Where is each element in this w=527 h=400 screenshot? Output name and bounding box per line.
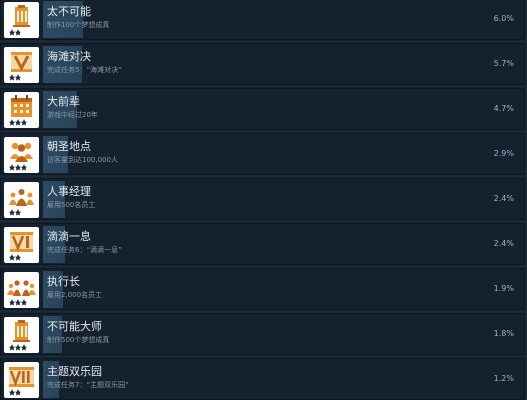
star-icon — [21, 119, 27, 126]
achievement-description: 完成任务6：“滴滴一息” — [47, 246, 122, 254]
achievement-row[interactable]: 海滩对决完成任务5：“海滩对决” 5.7% — [0, 43, 525, 85]
unlock-percentage: 1.2% — [493, 374, 514, 383]
achievement-row[interactable]: 太不可能制作100个梦想成真 6.0% — [0, 0, 525, 40]
star-icon — [21, 164, 27, 171]
star-icon — [15, 389, 21, 396]
achievement-row[interactable]: 主题双乐园完成任务7：“主题双乐园” 1.2% — [0, 358, 525, 400]
star-icon — [9, 254, 15, 261]
star-icon — [15, 209, 21, 216]
star-icon — [9, 209, 15, 216]
star-icon — [21, 299, 27, 306]
achievement-row[interactable]: 大前辈游戏中经过20年 4.7% — [0, 88, 525, 130]
roman-numeral-vii-icon — [4, 362, 39, 398]
star-icon — [9, 29, 15, 36]
star-icon — [15, 254, 21, 261]
achievement-title: 不可能大师 — [47, 320, 102, 333]
star-icon — [15, 29, 21, 36]
star-icon — [15, 74, 21, 81]
achievement-row[interactable]: 朝圣地点访客量到达100,000人 2.9% — [0, 133, 525, 175]
roman-numeral-v-icon — [4, 47, 39, 83]
star-icon — [9, 299, 15, 306]
unlock-percentage: 6.0% — [493, 14, 514, 23]
achievement-description: 完成任务5：“海滩对决” — [47, 66, 122, 74]
achievement-row[interactable]: 执行长雇用2,000名员工 1.9% — [0, 268, 525, 310]
achievement-row[interactable]: 人事经理雇用500名员工 2.4% — [0, 178, 525, 220]
achievement-title: 执行长 — [47, 275, 80, 288]
unlock-percentage: 2.9% — [493, 149, 514, 158]
star-icon — [9, 164, 15, 171]
achievement-description: 雇用500名员工 — [47, 201, 96, 209]
star-icon — [15, 299, 21, 306]
star-icon — [15, 119, 21, 126]
unlock-percentage: 1.9% — [493, 284, 514, 293]
achievement-description: 制作100个梦想成真 — [47, 21, 110, 29]
monument-icon — [4, 317, 39, 353]
achievement-title: 朝圣地点 — [47, 140, 91, 153]
achievement-description: 雇用2,000名员工 — [47, 291, 103, 299]
unlock-percentage: 1.8% — [493, 329, 514, 338]
achievement-description: 游戏中经过20年 — [47, 111, 98, 119]
unlock-percentage: 2.4% — [493, 194, 514, 203]
achievement-description: 完成任务7：“主题双乐园” — [47, 381, 129, 389]
achievement-row[interactable]: 滴滴一息完成任务6：“滴滴一息” 2.4% — [0, 223, 525, 265]
monument-icon — [4, 2, 39, 38]
unlock-percentage: 4.7% — [493, 104, 514, 113]
achievement-title: 海滩对决 — [47, 50, 91, 63]
roman-numeral-vi-icon — [4, 227, 39, 263]
unlock-percentage: 2.4% — [493, 239, 514, 248]
star-icon — [9, 389, 15, 396]
star-icon — [15, 164, 21, 171]
calendar-icon — [4, 92, 39, 128]
staff-group-icon — [4, 182, 39, 218]
achievement-description: 制作500个梦想成真 — [47, 336, 110, 344]
star-icon — [21, 344, 27, 351]
achievement-list: 太不可能 制作100个梦想成真 6.0% 海滩对决 完成任务5：“海滩对决” 5.7% … — [0, 0, 527, 400]
achievement-title: 滴滴一息 — [47, 230, 91, 243]
achievement-title: 主题双乐园 — [47, 365, 102, 378]
achievement-description: 访客量到达100,000人 — [47, 156, 118, 164]
achievement-title: 人事经理 — [47, 185, 91, 198]
crowd-icon — [4, 137, 39, 173]
star-icon — [9, 74, 15, 81]
unlock-percentage: 5.7% — [493, 59, 514, 68]
achievement-title: 太不可能 — [47, 5, 91, 18]
star-icon — [9, 119, 15, 126]
achievement-title: 大前辈 — [47, 95, 80, 108]
achievement-row[interactable]: 不可能大师制作500个梦想成真 1.8% — [0, 313, 525, 355]
staff-crowd-icon — [4, 272, 39, 308]
star-icon — [9, 344, 15, 351]
star-icon — [15, 344, 21, 351]
